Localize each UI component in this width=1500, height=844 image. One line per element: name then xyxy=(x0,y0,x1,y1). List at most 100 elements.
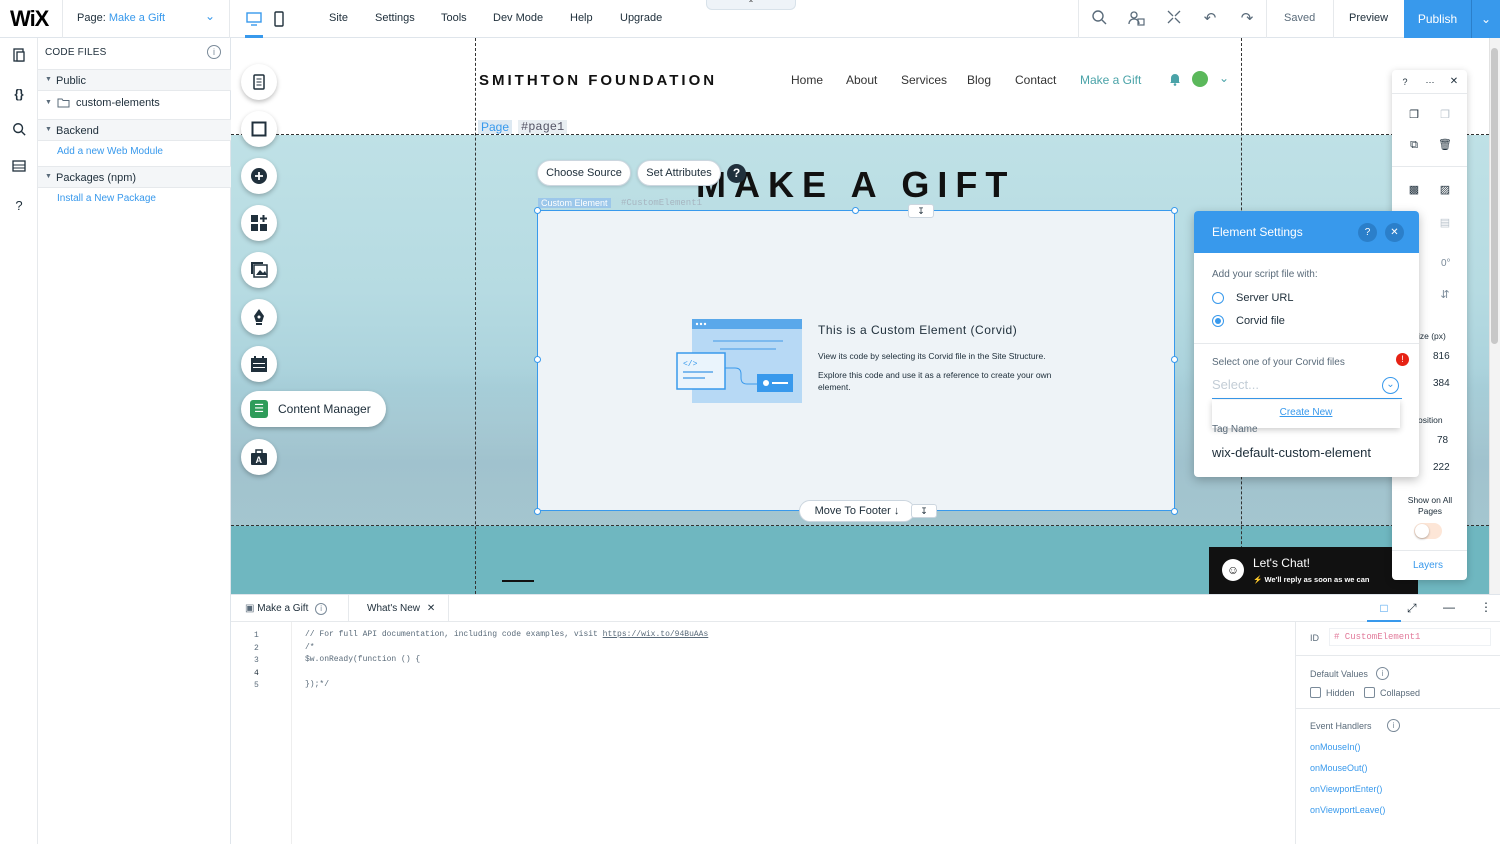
create-new-link[interactable]: Create New xyxy=(1212,407,1400,418)
code-line[interactable]: $w.onReady(function () { xyxy=(305,655,420,664)
nav-blog[interactable]: Blog xyxy=(967,73,991,87)
drag-handle-icon[interactable]: ⋯ xyxy=(1422,74,1438,90)
content-manager-button[interactable]: ☰ Content Manager xyxy=(241,391,386,427)
properties-panel-icon[interactable]: □ xyxy=(1367,595,1401,622)
height-value[interactable]: 384 xyxy=(1433,378,1450,389)
tab-make-a-gift[interactable]: ▣ Make a Gift i xyxy=(231,595,349,622)
corvid-file-radio[interactable] xyxy=(1212,315,1224,327)
hidden-label[interactable]: Hidden xyxy=(1326,688,1355,698)
info-icon[interactable]: i xyxy=(1376,667,1389,680)
collapse-toolbar-tab[interactable]: ⌃ xyxy=(706,0,796,10)
rotation-value[interactable]: 0° xyxy=(1441,258,1451,269)
menu-upgrade[interactable]: Upgrade xyxy=(620,12,662,24)
nav-home[interactable]: Home xyxy=(791,73,823,87)
handler-onviewportenter[interactable]: onViewportEnter() xyxy=(1310,784,1382,794)
business-icon[interactable]: A xyxy=(241,439,277,475)
download-icon[interactable]: ↧ xyxy=(908,204,934,218)
corvid-file-label[interactable]: Corvid file xyxy=(1236,315,1285,327)
zoom-out-icon[interactable] xyxy=(1164,9,1184,29)
search-icon[interactable] xyxy=(9,122,29,142)
resize-handle[interactable] xyxy=(534,356,541,363)
info-icon[interactable]: i xyxy=(315,603,328,615)
redo-icon[interactable]: ↷ xyxy=(1237,9,1257,29)
duplicate-icon[interactable]: ⧉ xyxy=(1406,137,1422,153)
tag-name-input[interactable]: wix-default-custom-element xyxy=(1212,445,1371,460)
help-icon[interactable]: ? xyxy=(727,164,746,183)
page-selector[interactable]: Page: Make a Gift ⌄ xyxy=(62,0,230,38)
preview-button[interactable]: Preview xyxy=(1349,12,1388,24)
pages-icon[interactable] xyxy=(9,47,29,67)
undo-icon[interactable]: ↶ xyxy=(1200,9,1220,29)
hidden-checkbox[interactable] xyxy=(1310,687,1321,698)
element-id-input[interactable]: # CustomElement1 xyxy=(1329,628,1491,646)
layers-button[interactable]: Layers xyxy=(1413,560,1443,571)
flip-icon[interactable]: ⇵ xyxy=(1437,287,1453,303)
section-public[interactable]: ▼ Public xyxy=(38,69,231,91)
search-icon[interactable] xyxy=(1089,9,1109,29)
server-url-radio[interactable] xyxy=(1212,292,1224,304)
tab-whats-new[interactable]: What's New ✕ xyxy=(349,595,449,622)
download-icon[interactable]: ↧ xyxy=(911,504,937,518)
close-icon[interactable]: ✕ xyxy=(1385,223,1404,242)
align-icon[interactable]: ▨ xyxy=(1437,182,1453,198)
resize-handle[interactable] xyxy=(852,207,859,214)
menu-dev-mode[interactable]: Dev Mode xyxy=(493,12,543,24)
handler-onmousein[interactable]: onMouseIn() xyxy=(1310,742,1361,752)
nav-contact[interactable]: Contact xyxy=(1015,73,1056,87)
more-icon[interactable]: ⋮ xyxy=(1480,600,1492,614)
folder-custom-elements[interactable]: custom-elements xyxy=(76,97,160,109)
invite-collaborator-icon[interactable] xyxy=(1126,9,1146,29)
chat-widget[interactable]: ☺ Let's Chat! ⚡ We'll reply as soon as w… xyxy=(1209,547,1418,594)
close-icon[interactable]: ✕ xyxy=(1446,74,1462,90)
install-package-link[interactable]: Install a New Package xyxy=(57,193,156,204)
collapsed-checkbox[interactable] xyxy=(1364,687,1375,698)
arrange-icon[interactable]: ▩ xyxy=(1406,182,1422,198)
minimize-icon[interactable]: — xyxy=(1443,600,1455,614)
resize-handle[interactable] xyxy=(1171,207,1178,214)
paste-icon[interactable]: ❐ xyxy=(1437,107,1453,123)
server-url-label[interactable]: Server URL xyxy=(1236,292,1293,304)
y-value[interactable]: 222 xyxy=(1433,462,1450,473)
nav-services[interactable]: Services xyxy=(901,73,947,87)
bell-icon[interactable] xyxy=(1168,72,1182,89)
x-value[interactable]: 78 xyxy=(1437,435,1448,446)
avatar[interactable] xyxy=(1192,71,1208,87)
publish-button[interactable]: Publish xyxy=(1404,0,1471,38)
publish-dropdown-icon[interactable]: ⌄ xyxy=(1471,0,1500,38)
width-value[interactable]: 816 xyxy=(1433,351,1450,362)
database-icon[interactable] xyxy=(9,159,29,179)
resize-handle[interactable] xyxy=(1171,508,1178,515)
wix-logo[interactable]: WiX xyxy=(10,6,49,32)
menu-settings[interactable]: Settings xyxy=(375,12,415,24)
desktop-icon[interactable] xyxy=(244,9,264,29)
nav-make-a-gift[interactable]: Make a Gift xyxy=(1080,73,1141,87)
distribute-icon[interactable]: ▤ xyxy=(1437,215,1453,231)
code-line[interactable]: });*/ xyxy=(305,680,329,689)
delete-icon[interactable]: 🗑 xyxy=(1437,137,1453,153)
scrollbar-thumb[interactable] xyxy=(1491,48,1498,344)
mobile-icon[interactable] xyxy=(269,9,289,29)
section-packages[interactable]: ▼ Packages (npm) xyxy=(38,166,231,188)
handler-onviewportleave[interactable]: onViewportLeave() xyxy=(1310,805,1385,815)
expand-icon[interactable]: ⤢ xyxy=(1407,601,1417,616)
resize-handle[interactable] xyxy=(534,508,541,515)
resize-handle[interactable] xyxy=(1171,356,1178,363)
media-icon[interactable] xyxy=(241,252,277,288)
corvid-file-select[interactable]: Select... xyxy=(1212,377,1259,392)
nav-about[interactable]: About xyxy=(846,73,877,87)
code-files-icon[interactable]: {} xyxy=(9,84,29,104)
menu-site[interactable]: Site xyxy=(329,12,348,24)
pen-icon[interactable] xyxy=(241,299,277,335)
code-line[interactable]: /* xyxy=(305,643,315,652)
menu-help[interactable]: Help xyxy=(570,12,593,24)
close-icon[interactable]: ✕ xyxy=(427,603,435,614)
chevron-down-icon[interactable]: ⌄ xyxy=(1219,71,1229,85)
help-icon[interactable]: ? xyxy=(9,196,29,216)
help-icon[interactable]: ? xyxy=(1358,223,1377,242)
api-docs-link[interactable]: https://wix.to/94BuAAs xyxy=(603,630,709,639)
handler-onmouseout[interactable]: onMouseOut() xyxy=(1310,763,1368,773)
move-to-footer-button[interactable]: Move To Footer ↓ xyxy=(799,500,915,522)
app-market-icon[interactable] xyxy=(241,205,277,241)
add-icon[interactable] xyxy=(241,158,277,194)
menu-tools[interactable]: Tools xyxy=(441,12,467,24)
